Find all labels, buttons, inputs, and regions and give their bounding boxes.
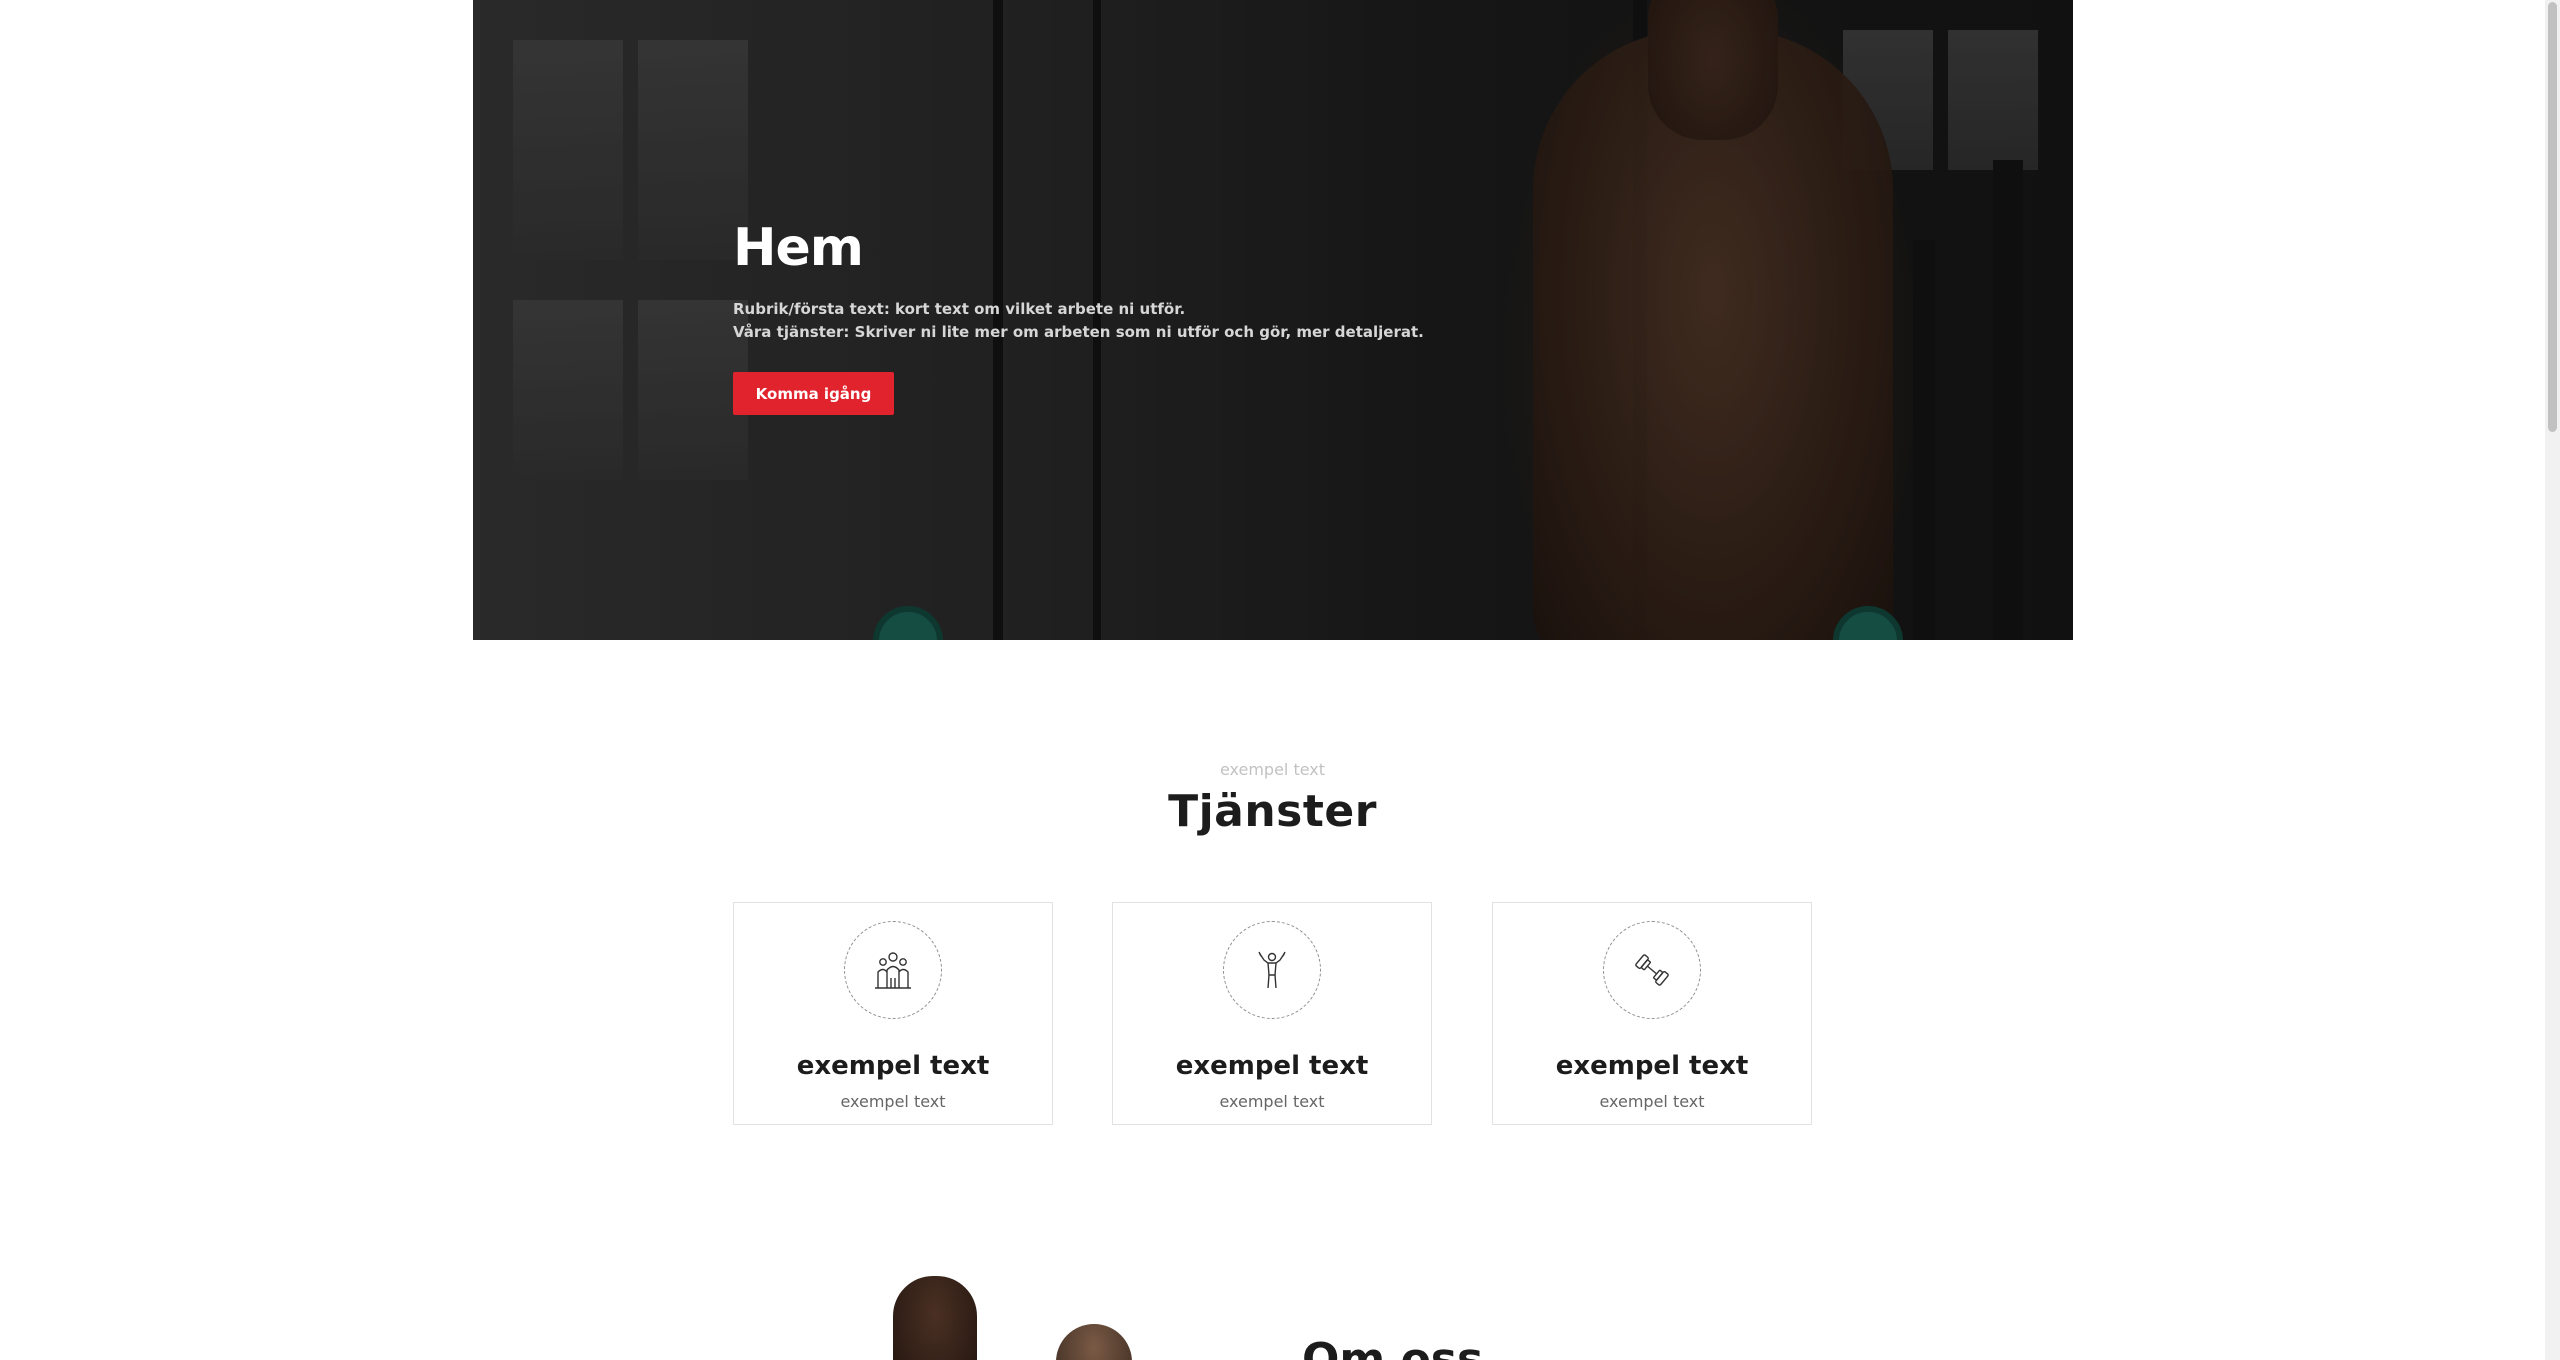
services-eyebrow: exempel text [1219,760,1326,779]
scrollbar-thumb[interactable] [2548,2,2557,432]
service-card-text: exempel text [1219,1092,1325,1111]
group-fitness-icon [844,921,942,1019]
get-started-button[interactable]: Komma igång [733,372,894,415]
service-card-text: exempel text [840,1092,946,1111]
service-card-title: exempel text [1555,1051,1749,1081]
page-scrollbar[interactable] [2545,0,2560,1360]
bodybuilder-icon [1223,921,1321,1019]
service-card[interactable]: exempel text exempel text [1112,902,1432,1125]
hero-description: Rubrik/första text: kort text om vilket … [733,298,1533,344]
about-title: Om oss [1302,1334,1484,1360]
hero-title: Hem [733,218,864,278]
service-card-title: exempel text [1175,1051,1369,1081]
hero-line-2: Våra tjänster: Skriver ni lite mer om ar… [733,323,1424,341]
service-card[interactable]: exempel text exempel text [1492,902,1812,1125]
hero-content: Hem Rubrik/första text: kort text om vil… [733,218,1533,415]
about-person-image [893,1276,977,1360]
service-card-title: exempel text [796,1051,990,1081]
dumbbell-icon [1603,921,1701,1019]
about-person-image [1056,1324,1132,1360]
service-card-text: exempel text [1599,1092,1705,1111]
service-card[interactable]: exempel text exempel text [733,902,1053,1125]
services-title: Tjänster [1168,786,1377,837]
hero-line-1: Rubrik/första text: kort text om vilket … [733,300,1186,318]
hero-banner: Hem Rubrik/första text: kort text om vil… [473,0,2073,640]
